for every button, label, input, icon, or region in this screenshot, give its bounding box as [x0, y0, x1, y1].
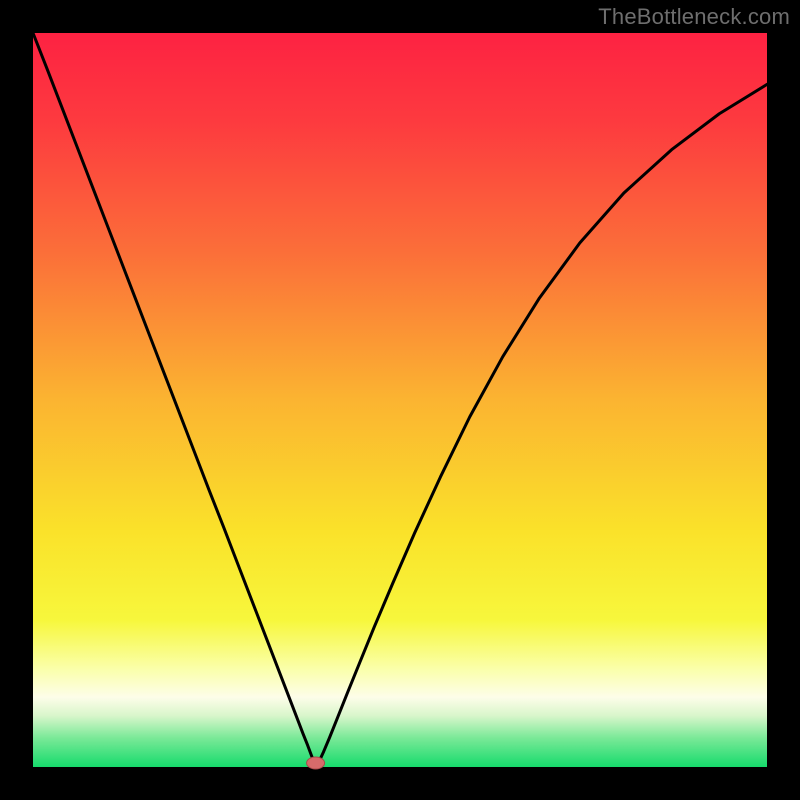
watermark-text: TheBottleneck.com	[598, 4, 790, 30]
bottleneck-chart	[0, 0, 800, 800]
plot-background	[33, 33, 767, 767]
optimal-point-marker	[307, 757, 325, 769]
chart-frame: { "watermark": "TheBottleneck.com", "col…	[0, 0, 800, 800]
